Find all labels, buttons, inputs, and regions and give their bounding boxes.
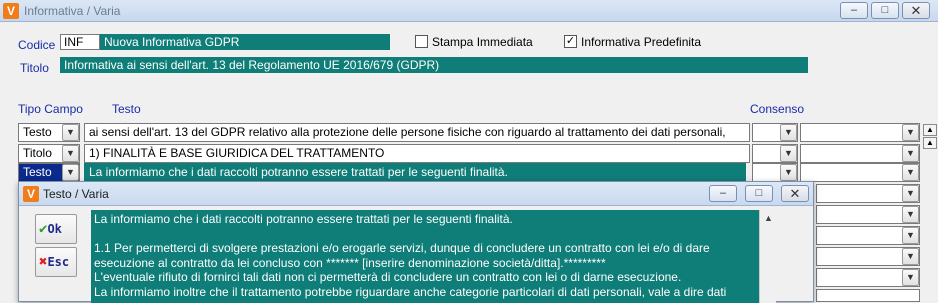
codice-label: Codice <box>18 38 56 52</box>
text-line <box>94 227 756 242</box>
grid-row-2-consenso[interactable]: ▼ <box>752 144 798 163</box>
chevron-down-icon[interactable]: ▼ <box>62 164 79 181</box>
checkmark-icon: ✓ <box>565 35 576 47</box>
grid-row-2-testo[interactable]: 1) FINALITÀ E BASE GIURIDICA DEL TRATTAM… <box>84 144 750 163</box>
grid-row-1-tipo[interactable]: Testo ▼ <box>18 123 80 142</box>
dialog-maximize-button[interactable]: □ <box>745 185 773 202</box>
informativa-predefinita-checkbox[interactable]: ✓ <box>564 35 577 48</box>
chevron-down-icon[interactable]: ▼ <box>902 124 919 141</box>
window-title: Informativa / Varia <box>24 4 121 18</box>
dialog-minimize-button[interactable]: – <box>709 185 737 202</box>
chevron-down-icon[interactable]: ▼ <box>902 185 919 202</box>
testo-varia-dialog[interactable]: V Testo / Varia – □ ✕ ✔Ok ✖Esc La inform… <box>18 181 814 303</box>
dialog-text-area[interactable]: La informiamo che i dati raccolti potran… <box>91 210 759 303</box>
stampa-immediata-label: Stampa Immediata <box>432 35 533 49</box>
chevron-down-icon[interactable]: ▼ <box>902 145 919 162</box>
scroll-up-icon[interactable]: ▲ <box>923 137 937 149</box>
chevron-down-icon[interactable]: ▼ <box>902 206 919 223</box>
text-line: esecuzione al contratto da lei concluso … <box>94 255 606 270</box>
grid-row-1-consenso[interactable]: ▼ <box>752 123 798 142</box>
grid-row-2-tipo[interactable]: Titolo ▼ <box>18 144 80 163</box>
grid-row-9-extra[interactable] <box>816 289 920 302</box>
scroll-up-arrow-icon[interactable]: ▲ <box>762 212 775 225</box>
app-logo-icon: V <box>3 3 19 19</box>
ok-label: Ok <box>47 222 62 236</box>
dialog-text-scrollbar[interactable]: ▲ <box>759 210 776 303</box>
col-header-testo: Testo <box>112 102 141 116</box>
dialog-titlebar[interactable]: V Testo / Varia – □ ✕ <box>19 182 813 206</box>
text-line: La informiamo che i dati raccolti potran… <box>94 212 513 226</box>
chevron-down-icon[interactable]: ▼ <box>62 124 79 141</box>
informativa-predefinita-label: Informativa Predefinita <box>581 35 702 49</box>
ok-button[interactable]: ✔Ok <box>35 214 77 244</box>
grid-row-6-extra[interactable]: ▼ <box>816 226 920 245</box>
dialog-close-button[interactable]: ✕ <box>781 185 809 202</box>
grid-row-3-consenso[interactable]: ▼ <box>752 163 798 182</box>
grid-row-1-testo[interactable]: ai sensi dell'art. 13 del GDPR relativo … <box>84 123 750 142</box>
grid-row-3-extra[interactable]: ▼ <box>800 163 920 182</box>
maximize-button[interactable]: □ <box>871 2 899 19</box>
scroll-top-icon[interactable]: ▲ <box>923 124 937 136</box>
titolo-input[interactable]: Informativa ai sensi dell'art. 13 del Re… <box>60 57 808 73</box>
grid-row-2-extra[interactable]: ▼ <box>800 144 920 163</box>
chevron-down-icon[interactable]: ▼ <box>780 164 797 181</box>
codice-input[interactable]: INF <box>60 34 100 50</box>
chevron-down-icon[interactable]: ▼ <box>780 145 797 162</box>
grid-row-4-extra[interactable]: ▼ <box>816 184 920 203</box>
grid-row-1-extra[interactable]: ▼ <box>800 123 920 142</box>
titolo-label: Titolo <box>20 61 49 75</box>
descrizione-input[interactable]: Nuova Informativa GDPR <box>100 34 390 50</box>
chevron-down-icon[interactable]: ▼ <box>902 164 919 181</box>
grid-row-3-testo[interactable]: La informiamo che i dati raccolti potran… <box>84 163 746 182</box>
grid-row-7-extra[interactable]: ▼ <box>816 247 920 266</box>
text-line: L'eventuale rifiuto di fornirci tali dat… <box>94 270 682 284</box>
chevron-down-icon[interactable]: ▼ <box>780 124 797 141</box>
esc-label: Esc <box>47 255 70 269</box>
grid-row-3-tipo[interactable]: Testo ▼ <box>18 163 80 182</box>
chevron-down-icon[interactable]: ▼ <box>902 227 919 244</box>
grid-row-8-extra[interactable]: ▼ <box>816 268 920 287</box>
dialog-title: Testo / Varia <box>43 187 109 201</box>
text-line: La informiamo inoltre che il trattamento… <box>94 284 727 299</box>
chevron-down-icon[interactable]: ▼ <box>902 248 919 265</box>
main-titlebar[interactable]: V Informativa / Varia – □ ✕ <box>0 0 938 22</box>
minimize-button[interactable]: – <box>840 2 868 19</box>
app-logo-icon: V <box>23 186 39 202</box>
text-line: 1.1 Per permetterci di svolgere prestazi… <box>94 241 710 255</box>
grid-row-5-extra[interactable]: ▼ <box>816 205 920 224</box>
col-header-consenso: Consenso <box>750 102 805 116</box>
close-button[interactable]: ✕ <box>902 2 930 19</box>
col-header-tipo-campo: Tipo Campo <box>18 102 83 116</box>
stampa-immediata-checkbox[interactable] <box>415 35 428 48</box>
esc-button[interactable]: ✖Esc <box>35 247 77 277</box>
chevron-down-icon[interactable]: ▼ <box>902 269 919 286</box>
chevron-down-icon[interactable]: ▼ <box>62 145 79 162</box>
